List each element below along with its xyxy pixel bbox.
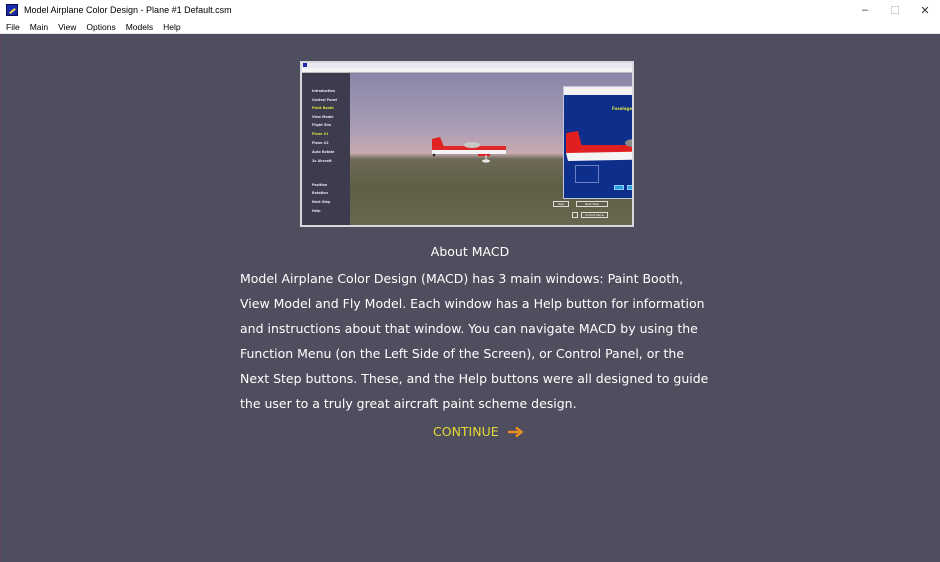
preview-control-panel-button: Control Panel <box>581 212 608 218</box>
continue-label: CONTINUE <box>433 424 499 439</box>
menu-view[interactable]: View <box>53 22 81 32</box>
about-line: the user to a truly great aircraft paint… <box>240 396 577 411</box>
menu-help[interactable]: Help <box>158 22 185 32</box>
close-button[interactable]: ✕ <box>910 0 940 20</box>
menu-file[interactable]: File <box>0 22 25 32</box>
preview-sidebar-item: Introduction <box>312 89 336 93</box>
about-line: Model Airplane Color Design (MACD) has 3… <box>240 271 684 286</box>
preview-sidebar-item: Help <box>312 209 321 213</box>
preview-paint-dialog: Fuselage <box>563 86 633 199</box>
app-icon <box>6 4 18 16</box>
preview-thumbnail <box>575 165 599 183</box>
preview-sidebar-item: 2x Aircraft <box>312 159 332 163</box>
maximize-button[interactable]: ☐ <box>880 0 910 20</box>
preview-sidebar-item: Paint Booth <box>312 106 334 110</box>
menu-options[interactable]: Options <box>81 22 120 32</box>
preview-function-menu: Introduction Control Panel Paint Booth View… <box>302 73 350 225</box>
about-line: View Model and Fly Model. Each window ha… <box>240 296 705 311</box>
preview-sidebar-item: Auto Rotate <box>312 150 335 154</box>
menu-bar: File Main View Options Models Help <box>0 20 940 34</box>
preview-flight-scene: Fuselage Help Next Step Control Panel <box>350 73 633 225</box>
preview-sidebar-item: Control Panel <box>312 98 338 102</box>
preview-next-step-button: Next Step <box>576 201 608 207</box>
preview-dialog-button <box>627 185 632 190</box>
airplane-image <box>432 137 506 163</box>
preview-sidebar-item: Position <box>312 183 328 187</box>
preview-sidebar-item: Plane #2 <box>312 141 329 145</box>
window-controls: – ☐ ✕ <box>850 0 940 20</box>
minimize-button[interactable]: – <box>850 0 880 20</box>
preview-dialog-title: Fuselage <box>611 106 633 111</box>
preview-dialog-bar <box>564 87 632 95</box>
preview-sidebar-item: Rotation <box>312 191 328 195</box>
arrow-right-icon <box>507 426 524 437</box>
menu-main[interactable]: Main <box>25 22 53 32</box>
window-edge <box>0 34 2 562</box>
about-line: Function Menu (on the Left Side of the S… <box>240 346 685 361</box>
app-preview-screenshot: Introduction Control Panel Paint Booth View… <box>300 61 634 227</box>
about-description: Model Airplane Color Design (MACD) has 3… <box>240 266 720 416</box>
about-line: Next Step buttons. These, and the Help b… <box>240 371 709 386</box>
preview-sidebar-item: View Model <box>312 115 334 119</box>
about-line: and instructions about that window. You … <box>240 321 698 336</box>
preview-sidebar-item: Flight Sim <box>312 123 331 127</box>
window-title: Model Airplane Color Design - Plane #1 D… <box>24 5 232 15</box>
preview-exit-button <box>572 212 578 218</box>
menu-models[interactable]: Models <box>121 22 158 32</box>
title-bar: Model Airplane Color Design - Plane #1 D… <box>0 0 940 20</box>
preview-help-button: Help <box>553 201 569 207</box>
continue-button[interactable]: CONTINUE <box>433 424 524 439</box>
preview-sidebar-item: Plane #1 <box>312 132 329 136</box>
preview-sidebar-item: Next Step <box>312 200 331 204</box>
preview-dialog-button <box>614 185 624 190</box>
about-title: About MACD <box>430 244 510 259</box>
